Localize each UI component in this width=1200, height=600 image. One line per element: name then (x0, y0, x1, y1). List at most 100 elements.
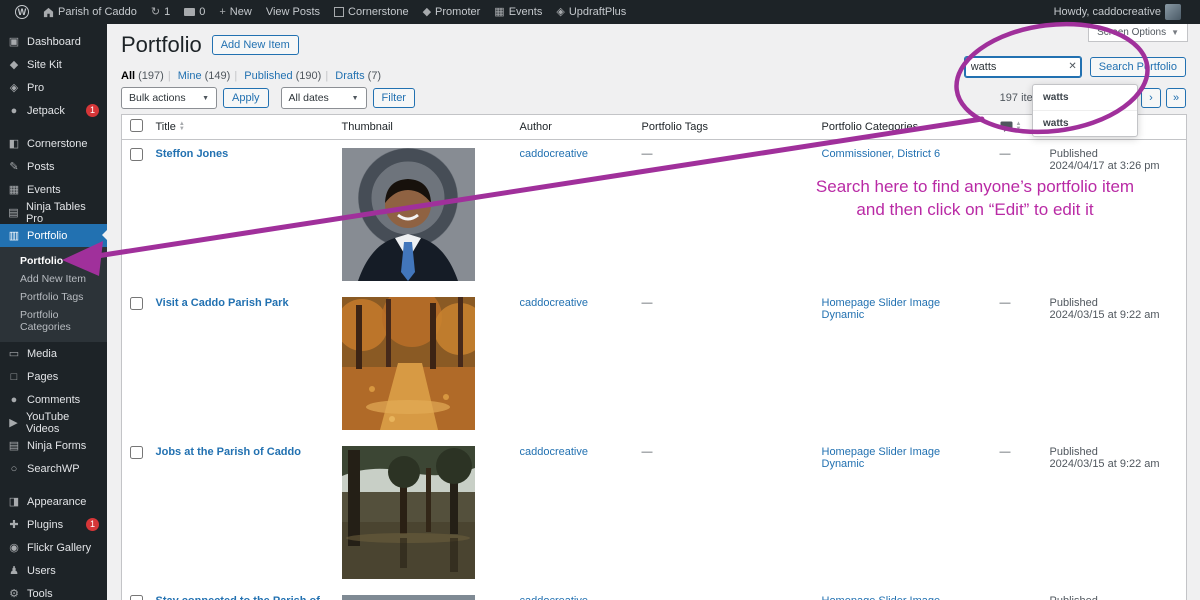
search-input[interactable] (964, 56, 1082, 78)
submenu-item-portfolio[interactable]: Portfolio (0, 252, 107, 270)
new-content-menu[interactable]: + New (212, 0, 258, 24)
thumbnail-stay-connected[interactable] (342, 595, 475, 600)
wordpress-logo-menu[interactable]: W (8, 0, 36, 24)
portfolio-item-title-link[interactable]: Stay connected to the Parish of (156, 595, 320, 600)
filter-button[interactable]: Filter (373, 88, 415, 108)
separator: | (325, 70, 328, 82)
sidebar-item-posts[interactable]: ✎Posts (0, 155, 107, 178)
comments-value: — (1000, 297, 1011, 309)
sidebar-item-plugins[interactable]: ✚Plugins1 (0, 513, 107, 536)
sidebar-item-comments[interactable]: ●Comments (0, 388, 107, 411)
search-icon: ○ (8, 463, 20, 475)
site-name-menu[interactable]: Parish of Caddo (36, 0, 144, 24)
view-posts-label: View Posts (266, 6, 320, 18)
comments-value: — (1000, 446, 1011, 458)
author-link[interactable]: caddocreative (520, 446, 589, 458)
sidebar-item-tools[interactable]: ⚙Tools (0, 582, 107, 600)
last-page-button[interactable]: » (1166, 88, 1186, 108)
thumbnail-caddo-parish-park[interactable] (342, 297, 475, 430)
dates-filter-select[interactable]: All dates▼ (281, 87, 367, 109)
events-menu[interactable]: ▦ Events (487, 0, 549, 24)
search-suggestion-item[interactable]: watts (1033, 110, 1137, 136)
view-published[interactable]: Published (190) (244, 70, 321, 82)
sidebar-item-site-kit[interactable]: ◆Site Kit (0, 53, 107, 76)
sidebar-item-ninja-tables-pro[interactable]: ▤Ninja Tables Pro (0, 201, 107, 224)
updraftplus-menu[interactable]: ◈ UpdraftPlus (549, 0, 633, 24)
author-link[interactable]: caddocreative (520, 148, 589, 160)
sidebar-item-ninja-forms[interactable]: ▤Ninja Forms (0, 434, 107, 457)
portfolio-item-title-link[interactable]: Visit a Caddo Parish Park (156, 297, 289, 309)
cornerstone-menu[interactable]: Cornerstone (327, 0, 416, 24)
thumbnail-steffon-jones[interactable] (342, 148, 475, 281)
view-label: All (121, 70, 135, 82)
categories-link[interactable]: Homepage Slider Image Dynamic (822, 595, 941, 600)
portfolio-item-title-link[interactable]: Jobs at the Parish of Caddo (156, 446, 301, 458)
column-header-checkbox (122, 115, 148, 140)
column-header-portfolio-categories: Portfolio Categories (814, 115, 992, 140)
add-new-item-button[interactable]: Add New Item (212, 35, 299, 55)
view-label: Drafts (335, 70, 364, 82)
clear-search-icon[interactable]: ✕ (1068, 60, 1076, 74)
publish-status: Published (1050, 446, 1098, 458)
sidebar-item-pages[interactable]: □Pages (0, 365, 107, 388)
bulk-actions-select[interactable]: Bulk actions▼ (121, 87, 217, 109)
comments-menu[interactable]: 0 (177, 0, 212, 24)
tags-value: — (642, 297, 653, 309)
sidebar-item-label: Users (27, 565, 56, 577)
view-mine[interactable]: Mine (149) (178, 70, 231, 82)
comments-value: — (1000, 595, 1011, 600)
select-row-checkbox[interactable] (130, 446, 143, 459)
view-label: Mine (178, 70, 202, 82)
sidebar-item-users[interactable]: ♟Users (0, 559, 107, 582)
column-header-title[interactable]: Title▲▼ (148, 115, 334, 140)
select-row-checkbox[interactable] (130, 148, 143, 161)
thumbnail-jobs-bayou[interactable] (342, 446, 475, 579)
view-filter-links: All (197)| Mine (149)| Published (190)| … (121, 70, 381, 82)
sidebar-item-jetpack[interactable]: ●Jetpack1 (0, 99, 107, 122)
submenu-item-portfolio-tags[interactable]: Portfolio Tags (0, 288, 107, 306)
select-all-checkbox[interactable] (130, 119, 143, 132)
column-label: Portfolio Tags (642, 121, 708, 133)
sidebar-item-portfolio[interactable]: ▥Portfolio (0, 224, 107, 247)
cornerstone-label: Cornerstone (348, 6, 409, 18)
sidebar-item-flickr-gallery[interactable]: ◉Flickr Gallery (0, 536, 107, 559)
categories-link[interactable]: Homepage Slider Image Dynamic (822, 297, 941, 321)
pages-icon: □ (8, 371, 20, 383)
bulk-actions-label: Bulk actions (129, 92, 186, 104)
view-posts-menu[interactable]: View Posts (259, 0, 327, 24)
sidebar-item-cornerstone[interactable]: ◧Cornerstone (0, 132, 107, 155)
plugin-icon: ✚ (8, 518, 20, 531)
sidebar-item-label: Tools (27, 588, 53, 600)
sidebar-item-label: Ninja Tables Pro (26, 201, 99, 225)
sidebar-item-media[interactable]: ▭Media (0, 342, 107, 365)
select-row-checkbox[interactable] (130, 297, 143, 310)
avatar (1165, 4, 1181, 20)
apply-button[interactable]: Apply (223, 88, 269, 108)
categories-link[interactable]: Commissioner, District 6 (822, 148, 941, 160)
sidebar-item-events[interactable]: ▦Events (0, 178, 107, 201)
select-row-checkbox[interactable] (130, 595, 143, 600)
view-all[interactable]: All (197) (121, 70, 164, 82)
sidebar-item-appearance[interactable]: ◨Appearance (0, 490, 107, 513)
sidebar-item-dashboard[interactable]: ▣Dashboard (0, 30, 107, 53)
promoter-menu[interactable]: ◆ Promoter (416, 0, 488, 24)
view-drafts[interactable]: Drafts (7) (335, 70, 381, 82)
sidebar-item-searchwp[interactable]: ○ SearchWP (0, 457, 107, 480)
sidebar-item-youtube-videos[interactable]: ▶YouTube Videos (0, 411, 107, 434)
sidebar-item-label: SearchWP (27, 463, 80, 475)
author-link[interactable]: caddocreative (520, 595, 589, 600)
search-suggestion-item[interactable]: watts (1033, 85, 1137, 110)
portfolio-item-title-link[interactable]: Steffon Jones (156, 148, 229, 160)
comment-icon (184, 8, 195, 16)
account-menu[interactable]: Howdy, caddocreative (1047, 0, 1188, 24)
search-portfolio-button[interactable]: Search Portfolio (1090, 57, 1186, 77)
sidebar-item-label: Plugins (27, 519, 63, 531)
categories-link[interactable]: Homepage Slider Image Dynamic (822, 446, 941, 470)
author-link[interactable]: caddocreative (520, 297, 589, 309)
submenu-item-add-new-item[interactable]: Add New Item (0, 270, 107, 288)
next-page-button[interactable]: › (1141, 88, 1161, 108)
sidebar-item-pro[interactable]: ◈Pro (0, 76, 107, 99)
updates-menu[interactable]: ↻ 1 (144, 0, 177, 24)
submenu-item-portfolio-categories[interactable]: Portfolio Categories (0, 306, 107, 336)
screen-options-tab[interactable]: Screen Options ▼ (1088, 24, 1188, 42)
